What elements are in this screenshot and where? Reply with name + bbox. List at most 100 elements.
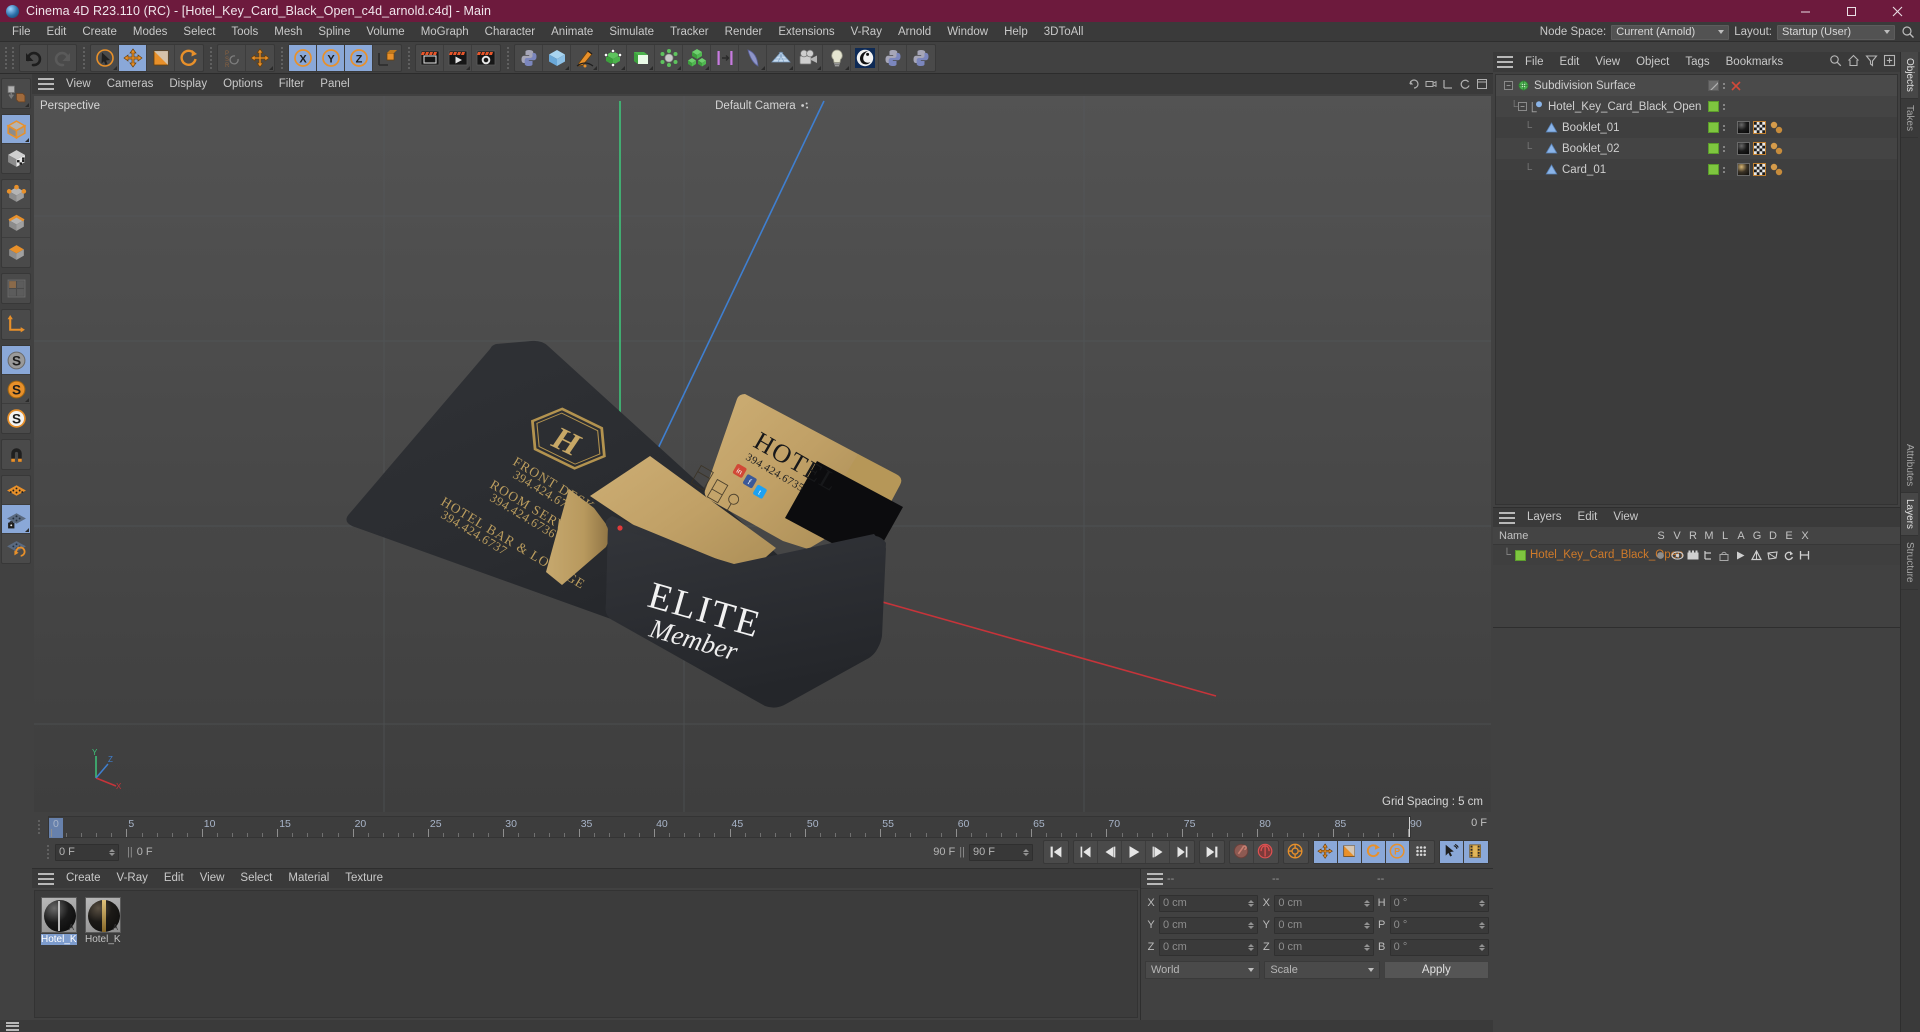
- go-to-next-frame-button[interactable]: [1146, 841, 1170, 863]
- light-button[interactable]: [823, 44, 851, 71]
- modeling-object-button[interactable]: [655, 44, 683, 71]
- object-tree[interactable]: − Subdivision Surface └ − Hotel_Key_Card_Bla…: [1495, 74, 1898, 505]
- object-menu-tags[interactable]: Tags: [1677, 53, 1717, 72]
- size-y-input[interactable]: 0 cm: [1274, 916, 1374, 934]
- go-to-previous-frame-button[interactable]: [1098, 841, 1122, 863]
- material-menu-select[interactable]: Select: [232, 869, 280, 888]
- timeline-controls-grip[interactable]: [44, 839, 51, 865]
- layer-deformer-icon[interactable]: [1767, 550, 1783, 561]
- spinner-icon[interactable]: [109, 848, 115, 856]
- filter-icon[interactable]: [1865, 54, 1878, 67]
- spinner-icon[interactable]: [1363, 921, 1370, 929]
- menu-help[interactable]: Help: [996, 22, 1036, 42]
- minimize-button[interactable]: [1782, 0, 1828, 22]
- position-z-input[interactable]: 0 cm: [1159, 938, 1259, 956]
- menu-character[interactable]: Character: [477, 22, 544, 42]
- layer-col-x[interactable]: X: [1797, 530, 1813, 542]
- material-menu-edit[interactable]: Edit: [156, 869, 192, 888]
- arnold-button[interactable]: [851, 44, 879, 71]
- menu-select[interactable]: Select: [175, 22, 223, 42]
- python-tag-button[interactable]: [879, 44, 907, 71]
- redo-button[interactable]: [48, 45, 76, 71]
- position-x-input[interactable]: 0 cm: [1159, 894, 1259, 912]
- camera-button[interactable]: [795, 44, 823, 71]
- timeline-ruler[interactable]: 0 5 10 15 20 25 30 35 40 45 50 55 60 65 70 75 80 85 90: [48, 816, 1422, 838]
- menu-v-ray[interactable]: V-Ray: [843, 22, 890, 42]
- viewport-maximize-icon[interactable]: [1475, 76, 1489, 91]
- viewport-scene[interactable]: H FRONT DESK 394.424.6715 ROOM SERVICE 3…: [34, 96, 1491, 812]
- submenu-corner-icon[interactable]: [761, 65, 765, 70]
- new-tab-icon[interactable]: [1883, 54, 1896, 67]
- menu-modes[interactable]: Modes: [125, 22, 176, 42]
- coordinate-system-select[interactable]: World: [1145, 961, 1261, 979]
- psr-reset-button[interactable]: PSR: [218, 44, 246, 71]
- parameter-key-button[interactable]: P: [1386, 841, 1410, 863]
- object-row[interactable]: └ Card_01: [1496, 159, 1897, 180]
- lock-workplane-button[interactable]: [2, 505, 30, 534]
- layer-xref-icon[interactable]: [1799, 550, 1815, 561]
- viewport-axis-icon[interactable]: [1441, 76, 1455, 91]
- material-gold-tag-icon[interactable]: [1737, 163, 1750, 176]
- material-menu-v-ray[interactable]: V-Ray: [109, 869, 156, 888]
- spinner-icon[interactable]: [1023, 848, 1029, 856]
- timeline-button[interactable]: [1464, 841, 1488, 863]
- vtab-attributes[interactable]: Attributes: [1901, 438, 1918, 494]
- uv-tag-icon[interactable]: [1753, 163, 1766, 176]
- spinner-icon[interactable]: [1363, 899, 1370, 907]
- material-burger-icon[interactable]: [38, 872, 54, 885]
- enable-toggle[interactable]: [1708, 143, 1719, 154]
- menu-window[interactable]: Window: [939, 22, 996, 42]
- material-menu-create[interactable]: Create: [58, 869, 109, 888]
- rotation-b-input[interactable]: 0 °: [1389, 938, 1489, 956]
- visibility-dots-icon[interactable]: [1723, 82, 1725, 89]
- submenu-corner-icon[interactable]: [466, 65, 470, 70]
- layer-manager-icon[interactable]: [1703, 550, 1719, 561]
- go-to-previous-key-button[interactable]: [1074, 841, 1098, 863]
- spinner-icon[interactable]: [1248, 943, 1255, 951]
- uv-tag-icon[interactable]: [1753, 142, 1766, 155]
- lock-z-button[interactable]: Z: [345, 44, 373, 71]
- points-mode-button[interactable]: [2, 180, 30, 209]
- python-object-button[interactable]: [515, 44, 543, 71]
- uv-tag-icon[interactable]: [1753, 121, 1766, 134]
- viewport-refresh-icon[interactable]: [1458, 76, 1472, 91]
- submenu-corner-icon[interactable]: [817, 65, 821, 70]
- submenu-corner-icon[interactable]: [25, 103, 29, 107]
- lock-y-button[interactable]: Y: [317, 44, 345, 71]
- menu-arnold[interactable]: Arnold: [890, 22, 939, 42]
- object-menu-file[interactable]: File: [1517, 53, 1552, 72]
- menu-animate[interactable]: Animate: [543, 22, 601, 42]
- menu-tools[interactable]: Tools: [223, 22, 266, 42]
- submenu-corner-icon[interactable]: [269, 65, 273, 70]
- end-frame-field[interactable]: 90 F: [969, 843, 1033, 861]
- spinner-icon[interactable]: [1248, 899, 1255, 907]
- layer-col-s[interactable]: S: [1653, 530, 1669, 542]
- toolbar-grip[interactable]: [2, 45, 9, 71]
- toolbar-group-grip[interactable]: [504, 45, 511, 71]
- menu-mesh[interactable]: Mesh: [266, 22, 310, 42]
- layer-color-swatch[interactable]: [1515, 549, 1526, 561]
- point-level-animation-button[interactable]: [1410, 841, 1434, 863]
- layer-menu-view[interactable]: View: [1605, 508, 1646, 527]
- size-z-input[interactable]: 0 cm: [1274, 938, 1374, 956]
- render-to-picture-viewer-button[interactable]: [444, 44, 472, 71]
- material-item[interactable]: AHotel_Ke: [41, 897, 77, 945]
- submenu-corner-icon[interactable]: [593, 65, 597, 70]
- toolbar-group-grip[interactable]: [9, 45, 16, 71]
- submenu-corner-icon[interactable]: [677, 65, 681, 70]
- material-item[interactable]: AHotel_Ke: [85, 897, 121, 945]
- close-icon[interactable]: [1731, 80, 1741, 91]
- layer-col-v[interactable]: V: [1669, 530, 1685, 542]
- submenu-corner-icon[interactable]: [25, 398, 29, 402]
- pen-spline-button[interactable]: [571, 44, 599, 71]
- submenu-corner-icon[interactable]: [705, 65, 709, 70]
- menu-edit[interactable]: Edit: [39, 22, 75, 42]
- close-button[interactable]: [1874, 0, 1920, 22]
- uv-mode-button[interactable]: [2, 274, 30, 303]
- apply-button[interactable]: Apply: [1383, 961, 1489, 979]
- world-object-axis-button[interactable]: [246, 45, 274, 71]
- floor-environment-button[interactable]: [767, 44, 795, 71]
- object-manager-burger-icon[interactable]: [1497, 56, 1513, 68]
- object-menu-object[interactable]: Object: [1628, 53, 1677, 72]
- menu-create[interactable]: Create: [74, 22, 125, 42]
